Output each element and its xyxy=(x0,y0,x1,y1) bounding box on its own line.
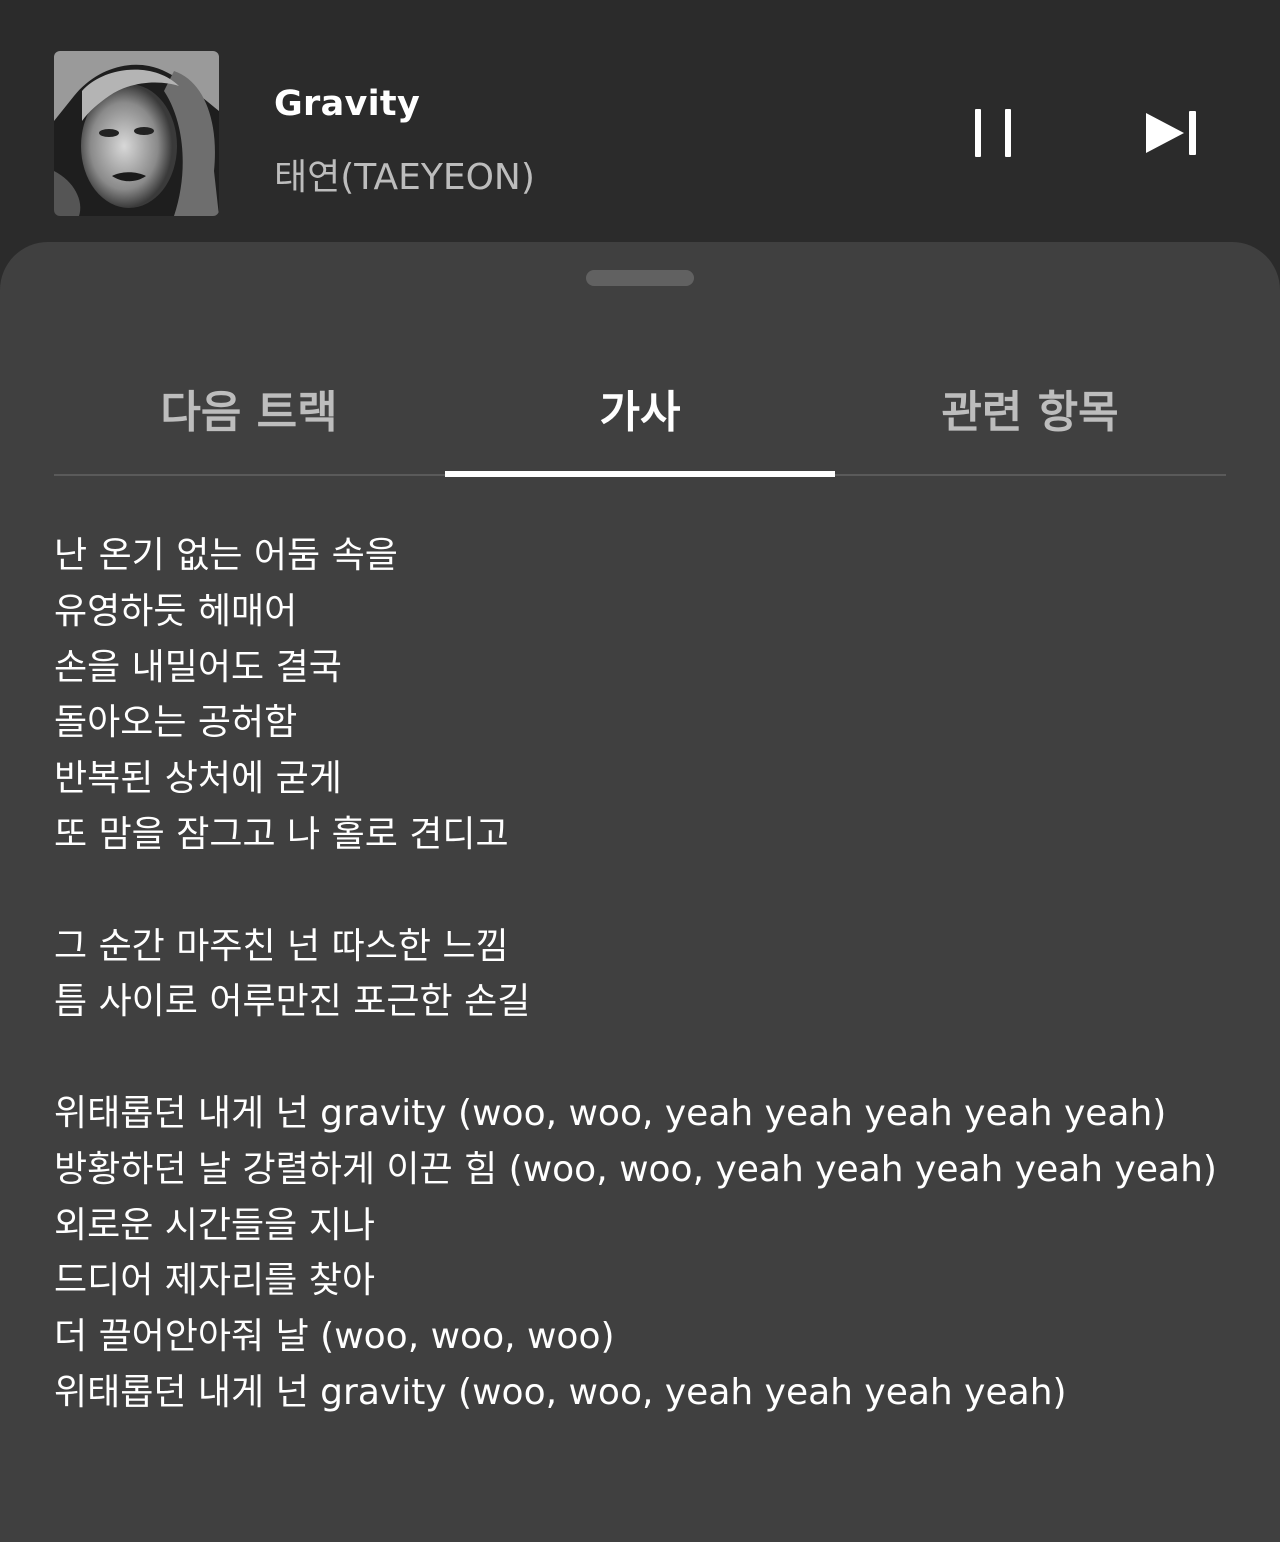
sheet-drag-handle[interactable] xyxy=(586,270,694,286)
lyric-line: 방황하던 날 강렬하게 이끈 힘 (woo, woo, yeah yeah ye… xyxy=(54,1148,1217,1190)
lyrics-text: 난 온기 없는 어둠 속을 유영하듯 헤매어 손을 내밀어도 결국 돌아오는 공… xyxy=(54,528,1234,1421)
lyric-line: 위태롭던 내게 넌 gravity (woo, woo, yeah yeah y… xyxy=(54,1092,1167,1134)
tab-bar: 다음 트랙 가사 관련 항목 xyxy=(54,342,1226,477)
track-title[interactable]: Gravity xyxy=(274,84,420,124)
lyric-line: 위태롭던 내게 넌 gravity (woo, woo, yeah yeah y… xyxy=(54,1371,1067,1413)
lyric-line: 외로운 시간들을 지나 xyxy=(54,1204,375,1246)
track-artist[interactable]: 태연(TAEYEON) xyxy=(274,148,535,200)
lyrics-sheet: 다음 트랙 가사 관련 항목 난 온기 없는 어둠 속을 유영하듯 헤매어 손을… xyxy=(0,242,1280,1542)
lyric-blank-line xyxy=(54,863,1234,919)
next-track-button[interactable] xyxy=(1138,100,1204,166)
mini-player[interactable]: Gravity 태연(TAEYEON) xyxy=(0,0,1280,242)
lyric-line: 손을 내밀어도 결국 xyxy=(54,646,342,688)
lyric-blank-line xyxy=(54,1030,1234,1086)
lyric-line: 유영하듯 헤매어 xyxy=(54,590,298,632)
lyric-line: 더 끌어안아줘 날 (woo, woo, woo) xyxy=(54,1316,615,1358)
lyric-line: 드디어 제자리를 찾아 xyxy=(54,1260,375,1302)
tab-related[interactable]: 관련 항목 xyxy=(835,342,1225,474)
lyric-line: 돌아오는 공허함 xyxy=(54,702,298,744)
pause-icon xyxy=(975,109,1011,157)
skip-next-icon xyxy=(1146,111,1196,155)
lyric-line: 틈 사이로 어루만진 포근한 손길 xyxy=(54,981,531,1023)
tab-up-next[interactable]: 다음 트랙 xyxy=(54,342,444,474)
album-art[interactable] xyxy=(54,51,219,216)
active-tab-indicator xyxy=(445,471,835,477)
lyric-line: 그 순간 마주친 넌 따스한 느낌 xyxy=(54,925,509,967)
lyric-line: 난 온기 없는 어둠 속을 xyxy=(54,535,398,576)
lyric-line: 반복된 상처에 굳게 xyxy=(54,758,342,800)
tab-lyrics[interactable]: 가사 xyxy=(445,342,835,474)
album-cover-portrait xyxy=(54,51,219,216)
pause-button[interactable] xyxy=(960,100,1026,166)
lyric-line: 또 맘을 잠그고 나 홀로 견디고 xyxy=(54,813,509,855)
